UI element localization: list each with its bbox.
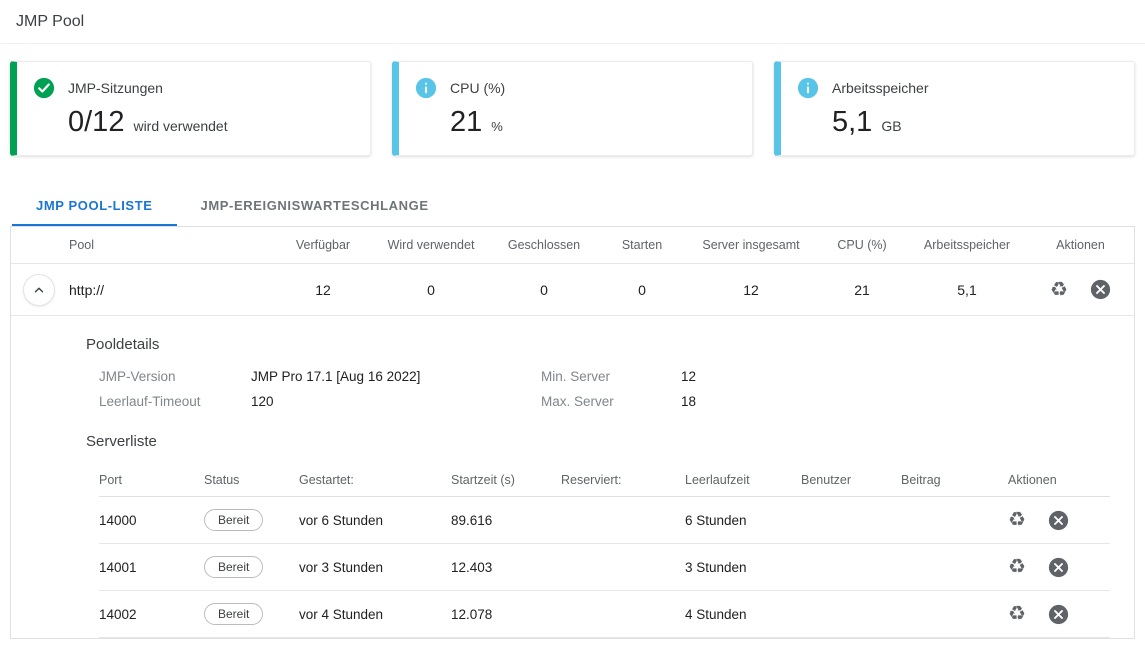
- card-memory: Arbeitsspeicher 5,1 GB: [774, 61, 1135, 156]
- tab-jmp-pool-liste[interactable]: JMP POOL-LISTE: [12, 183, 177, 226]
- restart-server-icon[interactable]: ♻: [1008, 510, 1026, 530]
- pool-verfuegbar: 12: [273, 282, 373, 298]
- col-arbeitsspeicher: Arbeitsspeicher: [907, 238, 1027, 252]
- server-row: 14002 Bereit vor 4 Stunden 12.078 4 Stun…: [99, 591, 1110, 638]
- col-aktionen: Aktionen: [1027, 238, 1134, 252]
- card-value: 5,1: [832, 106, 872, 139]
- tab-jmp-ereigniswarteschlange[interactable]: JMP-EREIGNISWARTESCHLANGE: [177, 183, 453, 226]
- pool-wird-verwendet: 0: [373, 282, 489, 298]
- field-value: 18: [681, 394, 781, 409]
- col-beitrag: Beitrag: [901, 473, 996, 487]
- stop-server-icon[interactable]: [1048, 604, 1069, 625]
- col-startzeit: Startzeit (s): [451, 473, 561, 487]
- card-value: 0/12: [68, 106, 124, 139]
- stop-server-icon[interactable]: [1048, 557, 1069, 578]
- serverliste-title: Serverliste: [86, 433, 1110, 450]
- field-label: JMP-Version: [99, 369, 251, 384]
- field-label: Leerlauf-Timeout: [99, 394, 251, 409]
- status-badge: Bereit: [204, 603, 263, 625]
- status-badge: Bereit: [204, 556, 263, 578]
- col-cpu: CPU (%): [817, 238, 907, 252]
- col-port: Port: [99, 473, 204, 487]
- server-row: 14001 Bereit vor 3 Stunden 12.403 3 Stun…: [99, 544, 1110, 591]
- server-gestartet: vor 4 Stunden: [299, 607, 451, 622]
- pool-starten: 0: [599, 282, 685, 298]
- server-startzeit: 12.403: [451, 560, 561, 575]
- col-geschlossen: Geschlossen: [489, 238, 599, 252]
- server-port: 14000: [99, 513, 204, 528]
- col-verfuegbar: Verfügbar: [273, 238, 373, 252]
- field-value: JMP Pro 17.1 [Aug 16 2022]: [251, 369, 541, 384]
- pool-row: http:// 12 0 0 0 12 21 5,1 ♻: [11, 264, 1134, 316]
- pool-table-header: Pool Verfügbar Wird verwendet Geschlosse…: [11, 227, 1134, 264]
- stat-cards: JMP-Sitzungen 0/12 wird verwendet CPU (%…: [10, 61, 1135, 156]
- col-wird-verwendet: Wird verwendet: [373, 238, 489, 252]
- card-jmp-sessions: JMP-Sitzungen 0/12 wird verwendet: [10, 61, 371, 156]
- col-server-insgesamt: Server insgesamt: [685, 238, 817, 252]
- pool-server-insgesamt: 12: [685, 282, 817, 298]
- field-value: 120: [251, 394, 541, 409]
- pool-geschlossen: 0: [489, 282, 599, 298]
- server-startzeit: 89.616: [451, 513, 561, 528]
- stop-server-icon[interactable]: [1048, 510, 1069, 531]
- server-leerlaufzeit: 3 Stunden: [685, 560, 801, 575]
- card-cpu: CPU (%) 21 %: [392, 61, 753, 156]
- server-table: Port Status Gestartet: Startzeit (s) Res…: [99, 463, 1110, 638]
- server-gestartet: vor 6 Stunden: [299, 513, 451, 528]
- card-label: CPU (%): [450, 80, 505, 96]
- col-pool: Pool: [61, 238, 273, 252]
- server-table-header: Port Status Gestartet: Startzeit (s) Res…: [99, 463, 1110, 497]
- col-leerlaufzeit: Leerlaufzeit: [685, 473, 801, 487]
- server-row: 14000 Bereit vor 6 Stunden 89.616 6 Stun…: [99, 497, 1110, 544]
- field-label: Min. Server: [541, 369, 681, 384]
- col-benutzer: Benutzer: [801, 473, 901, 487]
- field-label: Max. Server: [541, 394, 681, 409]
- card-label: Arbeitsspeicher: [832, 80, 929, 96]
- col-aktionen: Aktionen: [996, 473, 1110, 487]
- tab-bar: JMP POOL-LISTE JMP-EREIGNISWARTESCHLANGE: [10, 183, 1135, 227]
- pool-cpu: 21: [817, 282, 907, 298]
- card-suffix: GB: [881, 118, 901, 134]
- server-gestartet: vor 3 Stunden: [299, 560, 451, 575]
- server-port: 14002: [99, 607, 204, 622]
- info-circle-icon: [797, 77, 819, 99]
- col-gestartet: Gestartet:: [299, 473, 451, 487]
- info-circle-icon: [415, 77, 437, 99]
- col-starten: Starten: [599, 238, 685, 252]
- pool-arbeitsspeicher: 5,1: [907, 282, 1027, 298]
- card-label: JMP-Sitzungen: [68, 80, 163, 96]
- card-suffix: wird verwendet: [133, 118, 227, 134]
- collapse-row-button[interactable]: [23, 274, 55, 306]
- col-reserviert: Reserviert:: [561, 473, 685, 487]
- card-value: 21: [450, 106, 482, 139]
- pool-detail-panel: Pooldetails JMP-Version JMP Pro 17.1 [Au…: [11, 316, 1134, 638]
- pooldetails-title: Pooldetails: [86, 336, 1110, 353]
- chevron-up-icon: [32, 283, 46, 297]
- restart-pool-icon[interactable]: ♻: [1050, 280, 1068, 300]
- card-suffix: %: [491, 119, 503, 134]
- pool-url: http://: [61, 282, 273, 298]
- status-badge: Bereit: [204, 509, 263, 531]
- server-port: 14001: [99, 560, 204, 575]
- check-circle-icon: [33, 77, 55, 99]
- pool-detail-fields: JMP-Version JMP Pro 17.1 [Aug 16 2022] M…: [99, 369, 1110, 409]
- server-startzeit: 12.078: [451, 607, 561, 622]
- field-value: 12: [681, 369, 781, 384]
- col-status: Status: [204, 473, 299, 487]
- top-bar: JMP Pool: [0, 0, 1145, 44]
- server-leerlaufzeit: 6 Stunden: [685, 513, 801, 528]
- stop-pool-icon[interactable]: [1090, 279, 1111, 300]
- page-title: JMP Pool: [16, 13, 1129, 31]
- restart-server-icon[interactable]: ♻: [1008, 557, 1026, 577]
- server-leerlaufzeit: 4 Stunden: [685, 607, 801, 622]
- pool-table: Pool Verfügbar Wird verwendet Geschlosse…: [10, 227, 1135, 639]
- restart-server-icon[interactable]: ♻: [1008, 604, 1026, 624]
